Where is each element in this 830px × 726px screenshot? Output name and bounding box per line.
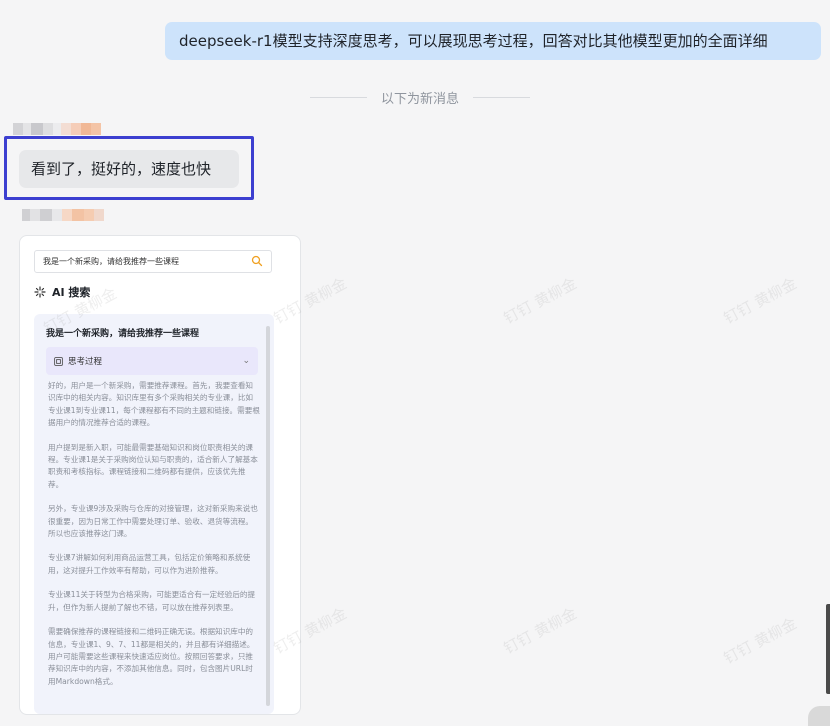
ai-search-title: AI 搜索	[52, 286, 91, 299]
thinking-paragraph: 用户提到是新入职，可能最需要基础知识和岗位职责相关的课程。专业课1是关于采购岗位…	[48, 442, 258, 489]
ai-search-header: AI 搜索	[34, 284, 90, 300]
outgoing-message-bubble[interactable]: deepseek-r1模型支持深度思考，可以展现思考过程，回答对比其他模型更加的…	[165, 22, 821, 60]
search-input[interactable]: 我是一个新采购，请给我推荐一些课程	[34, 250, 272, 273]
thinking-paragraph: 专业课11关于转型为合格采购，可能更适合有一定经验后的提升，但作为新人提前了解也…	[48, 590, 256, 612]
thinking-paragraph: 另外，专业课9涉及采购与仓库的对接管理，这对新采购来说也很重要，因为日常工作中需…	[48, 504, 258, 539]
question-title: 我是一个新采购，请给我推荐一些课程	[46, 329, 200, 339]
watermark: 钉钉 黄柳金	[500, 274, 580, 328]
ai-sparkle-icon	[34, 286, 46, 298]
thinking-process-toggle[interactable]: 思考过程 ⌄	[46, 347, 258, 375]
ai-answer-panel: 我是一个新采购，请给我推荐一些课程 思考过程 ⌄ 好的，用户是一个新采购，需要推…	[34, 314, 274, 714]
panel-scrollbar[interactable]	[266, 326, 270, 706]
thinking-process-label: 思考过程	[68, 357, 103, 367]
watermark: 钉钉 黄柳金	[720, 274, 800, 328]
thinking-paragraph: 专业课7讲解如何利用商品运营工具，包括定价策略和系统使用，这对提升工作效率有帮助…	[48, 553, 251, 575]
sender-name-blurred	[22, 209, 104, 221]
thinking-paragraph: 好的，用户是一个新采购，需要推荐课程。首先，我要查看知识库中的相关内容。知识库里…	[48, 381, 260, 428]
divider-line-left	[310, 96, 367, 98]
search-input-value: 我是一个新采购，请给我推荐一些课程	[43, 257, 179, 266]
window-scrollbar[interactable]	[826, 604, 830, 694]
chevron-down-icon[interactable]: ⌄	[242, 356, 250, 366]
divider-line-right	[473, 96, 531, 98]
thinking-icon	[54, 356, 63, 366]
thinking-process-content: 好的，用户是一个新采购，需要推荐课程。首先，我要查看知识库中的相关内容。知识库里…	[48, 380, 260, 700]
ai-search-card[interactable]: 我是一个新采购，请给我推荐一些课程 AI 搜索 我是一个新采购，请给我推荐一些课…	[19, 235, 301, 715]
thinking-paragraph: 需要确保推荐的课程链接和二维码正确无误。根据知识库中的信息，专业课1、9、7、1…	[48, 627, 255, 686]
divider-label: 以下为新消息	[381, 91, 460, 107]
window-corner	[808, 706, 830, 726]
watermark: 钉钉 黄柳金	[720, 614, 800, 668]
search-icon[interactable]	[251, 255, 263, 267]
incoming-message-bubble[interactable]: 看到了，挺好的，速度也快	[19, 150, 239, 188]
watermark: 钉钉 黄柳金	[500, 604, 580, 658]
new-messages-divider: 以下为新消息	[310, 86, 531, 108]
sender-name-blurred	[13, 123, 101, 135]
